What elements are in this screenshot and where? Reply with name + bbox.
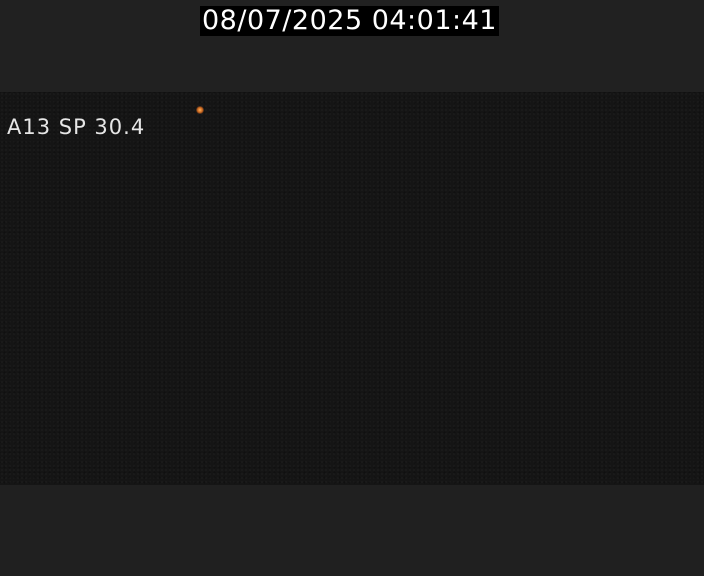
distant-light [196, 106, 204, 114]
night-scene [0, 92, 704, 485]
bottom-letterbox [0, 485, 704, 576]
camera-frame: 08/07/2025 04:01:41 A13 SP 30.4 [0, 0, 704, 576]
timestamp-overlay: 08/07/2025 04:01:41 [200, 5, 499, 36]
camera-location-label: A13 SP 30.4 [7, 115, 146, 139]
